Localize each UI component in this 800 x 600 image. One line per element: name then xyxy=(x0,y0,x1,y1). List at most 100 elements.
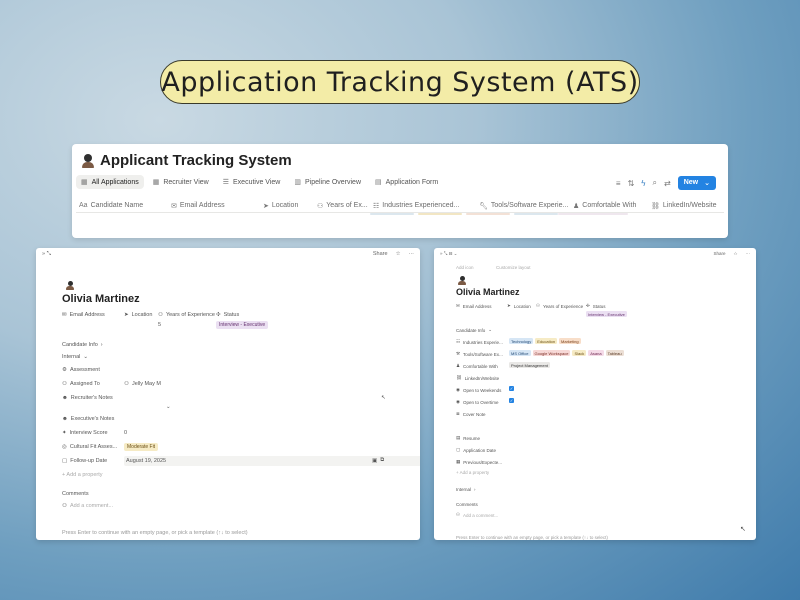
person-icon xyxy=(458,276,466,286)
copy-icon[interactable]: ⧉ xyxy=(380,457,384,464)
star-icon[interactable]: ☆ xyxy=(396,251,401,258)
more-icon[interactable]: ··· xyxy=(746,251,751,257)
candidate-info-section[interactable]: Candidate Info › xyxy=(62,342,103,348)
record-topbar: » ⤡ ⊟ ⌄ Share ☆ ··· xyxy=(440,251,750,257)
column-headers: Aa Candidate Name ✉ Email Address ➤ Locatio… xyxy=(76,199,724,213)
candidate-info-section[interactable]: Candidate Info ⌄ xyxy=(456,327,492,333)
column-tools[interactable]: 🔧︎ Tools/Software Experie... xyxy=(476,199,570,212)
record-panel-right: » ⤡ ⊟ ⌄ Share ☆ ··· Add icon Customize lay… xyxy=(434,248,756,540)
new-button[interactable]: New ⌄ xyxy=(677,176,716,190)
prop-label: Open to Weekends xyxy=(462,387,502,393)
tab-all-applications[interactable]: ▦ All Applications xyxy=(76,175,144,189)
expand-handle[interactable]: ⌄ xyxy=(166,404,171,410)
calendar-icon: ▢ xyxy=(62,458,68,464)
page-icon[interactable] xyxy=(66,281,74,293)
filter-icon[interactable]: ≡ xyxy=(616,179,621,188)
link-icon: ⛓ xyxy=(456,375,462,380)
user-icon: ☻ xyxy=(62,395,68,401)
status-value[interactable]: Interview - Executive xyxy=(586,311,627,317)
prop-label: Status xyxy=(223,312,240,318)
people-icon: ⚇ xyxy=(62,381,67,387)
more-icon[interactable]: ··· xyxy=(409,251,415,258)
add-property-button[interactable]: + Add a property xyxy=(62,472,103,478)
prop-label: Years of Experience xyxy=(165,312,215,318)
page-icon[interactable] xyxy=(458,276,466,287)
tab-label: Pipeline Overview xyxy=(304,178,362,186)
weekends-checkbox[interactable]: ✓ xyxy=(509,386,514,391)
tab-application-form[interactable]: ▤ Application Form xyxy=(370,175,443,189)
interview-score-value[interactable]: 0 xyxy=(124,430,127,436)
prop-email: ✉ Email Address xyxy=(456,303,492,309)
star-icon[interactable]: ☆ xyxy=(733,251,737,257)
record-title[interactable]: Olivia Martinez xyxy=(62,293,140,305)
prop-label: Tools/Software Ex... xyxy=(463,351,503,357)
date-actions[interactable]: ▣ ⧉ xyxy=(372,457,384,464)
comfortable-value[interactable]: Project Management xyxy=(509,362,550,368)
industry-tag: Technology xyxy=(509,338,534,344)
skill-tag: Project Management xyxy=(509,362,550,368)
settings-icon[interactable]: ⇄ xyxy=(664,179,671,188)
expand-icon[interactable]: » ⤡ xyxy=(42,251,51,258)
search-icon[interactable]: ⌕ xyxy=(653,178,657,188)
add-property-button[interactable]: + Add a property xyxy=(456,470,489,475)
column-email[interactable]: ✉ Email Address xyxy=(168,199,260,212)
status-value[interactable]: Interview - Executive xyxy=(216,321,269,329)
text-icon: ≣ xyxy=(456,411,460,416)
industries-value[interactable]: Technology Education Marketing xyxy=(509,338,581,344)
share-button[interactable]: Share xyxy=(373,251,388,258)
chevron-right-icon: › xyxy=(100,342,103,348)
view-tabs: ▦ All Applications ▦ Recruiter View ☰ Execu… xyxy=(76,175,443,189)
overtime-checkbox[interactable]: ✓ xyxy=(509,398,514,403)
sort-icon[interactable]: ⇅ xyxy=(628,179,635,188)
column-label: Comfortable With xyxy=(582,202,637,209)
column-linkedin[interactable]: ⛓ LinkedIn/Website xyxy=(648,199,724,212)
column-location[interactable]: ➤ Location xyxy=(260,199,314,212)
color-bar xyxy=(558,213,628,215)
table-icon: ▦ xyxy=(81,179,88,186)
tab-executive-view[interactable]: ☰ Executive View xyxy=(218,175,286,189)
tools-value[interactable]: MS Office Google Workspace Slack Asana T… xyxy=(509,350,624,356)
comment-input: Add a comment... xyxy=(463,512,499,518)
status-badge: Interview - Executive xyxy=(216,321,269,329)
add-icon-button[interactable]: Add icon xyxy=(456,265,474,270)
tab-label: Application Form xyxy=(385,178,439,186)
record-title[interactable]: Olivia Martinez xyxy=(456,287,520,297)
tab-label: Executive View xyxy=(233,178,281,186)
internal-section[interactable]: Internal ⌄ xyxy=(62,354,88,360)
tab-pipeline-overview[interactable]: ▥ Pipeline Overview xyxy=(289,175,366,189)
followup-value[interactable]: August 19, 2025 xyxy=(126,458,166,464)
prop-value: 0 xyxy=(124,430,128,436)
customize-layout-button[interactable]: Customize layout xyxy=(496,265,531,270)
prop-interview-score: ✦ Interview Score xyxy=(62,430,108,436)
color-bar xyxy=(370,213,414,215)
resize-handle[interactable]: ↖ xyxy=(381,395,386,401)
prop-label: Assessment xyxy=(69,367,100,373)
column-candidate-name[interactable]: Aa Candidate Name xyxy=(76,199,168,212)
comment-icon[interactable]: ▣ xyxy=(372,458,377,464)
prop-location: ➤ Location xyxy=(507,303,531,309)
share-button[interactable]: Share xyxy=(713,251,725,257)
expand-icon[interactable]: » ⤡ ⊟ ⌄ xyxy=(440,251,457,257)
number-icon: ⚇ xyxy=(317,202,324,210)
prop-cover-note: ≣ Cover Note xyxy=(456,411,486,417)
years-value[interactable]: 5 xyxy=(158,322,161,328)
column-comfortable[interactable]: ♟ Comfortable With xyxy=(570,199,648,212)
internal-section[interactable]: Internal › xyxy=(456,487,476,492)
prop-label: Application Date xyxy=(463,447,497,453)
column-industries[interactable]: ☷ Industries Experienced... xyxy=(370,199,476,212)
tab-recruiter-view[interactable]: ▦ Recruiter View xyxy=(148,175,214,189)
assigned-value[interactable]: ⚇ Jelly May M xyxy=(124,381,161,387)
star-icon: ✦ xyxy=(62,430,67,436)
comments-heading: Comments xyxy=(456,502,478,507)
cultural-fit-value[interactable]: Moderate Fit xyxy=(124,443,159,451)
new-button-label: New xyxy=(683,179,699,186)
tool-tag: Google Workspace xyxy=(532,350,571,356)
add-comment[interactable]: ⚇ Add a comment... xyxy=(456,512,498,518)
add-comment[interactable]: ⚇ Add a comment... xyxy=(62,503,113,509)
column-label: Location xyxy=(271,202,299,209)
cursor-icon: ↖ xyxy=(740,526,746,533)
chevron-down-icon[interactable]: ⌄ xyxy=(704,179,710,187)
automation-icon[interactable]: ϟ xyxy=(641,179,645,188)
column-years[interactable]: ⚇ Years of Ex... xyxy=(314,199,370,212)
prop-status: ✣ Status xyxy=(586,303,606,309)
